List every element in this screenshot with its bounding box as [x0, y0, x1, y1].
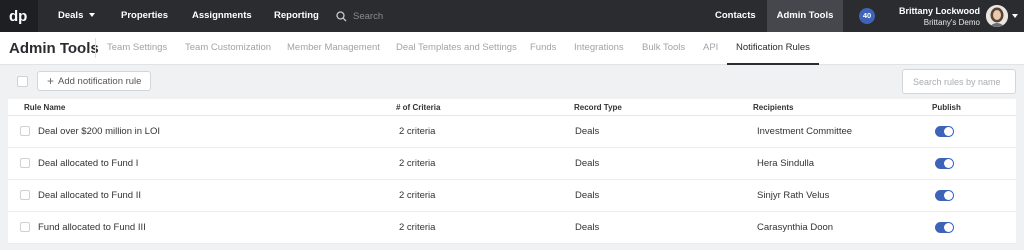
- criteria-count: 2 criteria: [399, 222, 436, 233]
- global-search-input[interactable]: [353, 10, 473, 22]
- top-navbar: dp Deals Properties Assignments Reportin…: [0, 0, 1024, 32]
- record-type: Deals: [575, 222, 600, 233]
- record-type: Deals: [575, 190, 600, 201]
- rule-name[interactable]: Deal allocated to Fund II: [38, 180, 141, 212]
- criteria-count: 2 criteria: [399, 126, 436, 137]
- recipients: Investment Committee: [757, 126, 853, 137]
- notification-badge[interactable]: 40: [859, 8, 875, 24]
- search-icon: [336, 10, 347, 21]
- column-header-recipients[interactable]: Recipients: [753, 99, 793, 116]
- rule-name[interactable]: Deal allocated to Fund I: [38, 148, 138, 180]
- plus-icon: +: [47, 74, 55, 88]
- nav-properties[interactable]: Properties: [121, 0, 168, 32]
- nav-deals[interactable]: Deals: [58, 0, 96, 32]
- table-header: Rule Name # of Criteria Record Type Reci…: [8, 99, 1016, 116]
- publish-toggle[interactable]: [935, 158, 954, 169]
- row-checkbox[interactable]: [20, 190, 30, 200]
- global-search: [336, 0, 473, 32]
- tab-deal-templates[interactable]: Deal Templates and Settings: [396, 32, 517, 65]
- row-checkbox[interactable]: [20, 126, 30, 136]
- rule-name[interactable]: Deal over $200 million in LOI: [38, 116, 160, 148]
- table-row[interactable]: Fund allocated to Fund III 2 criteria De…: [8, 212, 1016, 244]
- add-notification-rule-button[interactable]: + Add notification rule: [37, 71, 151, 91]
- table-row[interactable]: Deal over $200 million in LOI 2 criteria…: [8, 116, 1016, 148]
- select-all-checkbox[interactable]: [17, 76, 28, 87]
- tab-notification-rules[interactable]: Notification Rules: [727, 32, 819, 65]
- table-row[interactable]: Deal allocated to Fund I 2 criteria Deal…: [8, 148, 1016, 180]
- nav-admin-tools[interactable]: Admin Tools: [767, 0, 843, 32]
- tab-api[interactable]: API: [703, 32, 718, 65]
- user-name[interactable]: Brittany Lockwood: [899, 6, 980, 16]
- publish-toggle[interactable]: [935, 222, 954, 233]
- user-organization: Brittany's Demo: [923, 18, 980, 27]
- search-rules-input[interactable]: [902, 69, 1016, 94]
- user-avatar-icon: [986, 5, 1008, 27]
- user-menu-chevron-icon[interactable]: [1012, 14, 1018, 18]
- publish-toggle[interactable]: [935, 190, 954, 201]
- recipients: Hera Sindulla: [757, 158, 815, 169]
- dealpath-logo[interactable]: dp: [0, 0, 38, 32]
- rule-name[interactable]: Fund allocated to Fund III: [38, 212, 146, 244]
- column-header-publish: Publish: [932, 103, 961, 112]
- tab-integrations[interactable]: Integrations: [574, 32, 624, 65]
- tab-bulk-tools[interactable]: Bulk Tools: [642, 32, 685, 65]
- tab-team-customization[interactable]: Team Customization: [185, 32, 271, 65]
- nav-deals-label: Deals: [58, 10, 84, 21]
- column-header-rule-name[interactable]: Rule Name: [24, 99, 65, 116]
- tab-funds[interactable]: Funds: [530, 32, 556, 65]
- publish-toggle[interactable]: [935, 126, 954, 137]
- row-checkbox[interactable]: [20, 158, 30, 168]
- page-title: Admin Tools: [9, 40, 99, 57]
- column-header-criteria[interactable]: # of Criteria: [396, 99, 440, 116]
- table-row[interactable]: Deal allocated to Fund II 2 criteria Dea…: [8, 180, 1016, 212]
- nav-assignments[interactable]: Assignments: [192, 0, 252, 32]
- tab-team-settings[interactable]: Team Settings: [107, 32, 167, 65]
- column-header-record-type[interactable]: Record Type: [574, 99, 622, 116]
- logo-icon: dp: [9, 8, 27, 24]
- svg-text:dp: dp: [9, 8, 27, 24]
- nav-reporting[interactable]: Reporting: [274, 0, 319, 32]
- avatar[interactable]: [986, 5, 1008, 27]
- row-checkbox[interactable]: [20, 222, 30, 232]
- nav-contacts[interactable]: Contacts: [715, 0, 756, 32]
- record-type: Deals: [575, 126, 600, 137]
- recipients: Sinjyr Rath Velus: [757, 190, 830, 201]
- title-divider: [95, 38, 96, 58]
- criteria-count: 2 criteria: [399, 190, 436, 201]
- notification-rules-table: Rule Name # of Criteria Record Type Reci…: [8, 99, 1016, 244]
- record-type: Deals: [575, 158, 600, 169]
- criteria-count: 2 criteria: [399, 158, 436, 169]
- tab-member-management[interactable]: Member Management: [287, 32, 380, 65]
- chevron-down-icon: [89, 13, 96, 18]
- recipients: Carasynthia Doon: [757, 222, 834, 233]
- add-notification-rule-label: Add notification rule: [58, 75, 142, 87]
- admin-subheader: Admin Tools Team Settings Team Customiza…: [0, 32, 1024, 65]
